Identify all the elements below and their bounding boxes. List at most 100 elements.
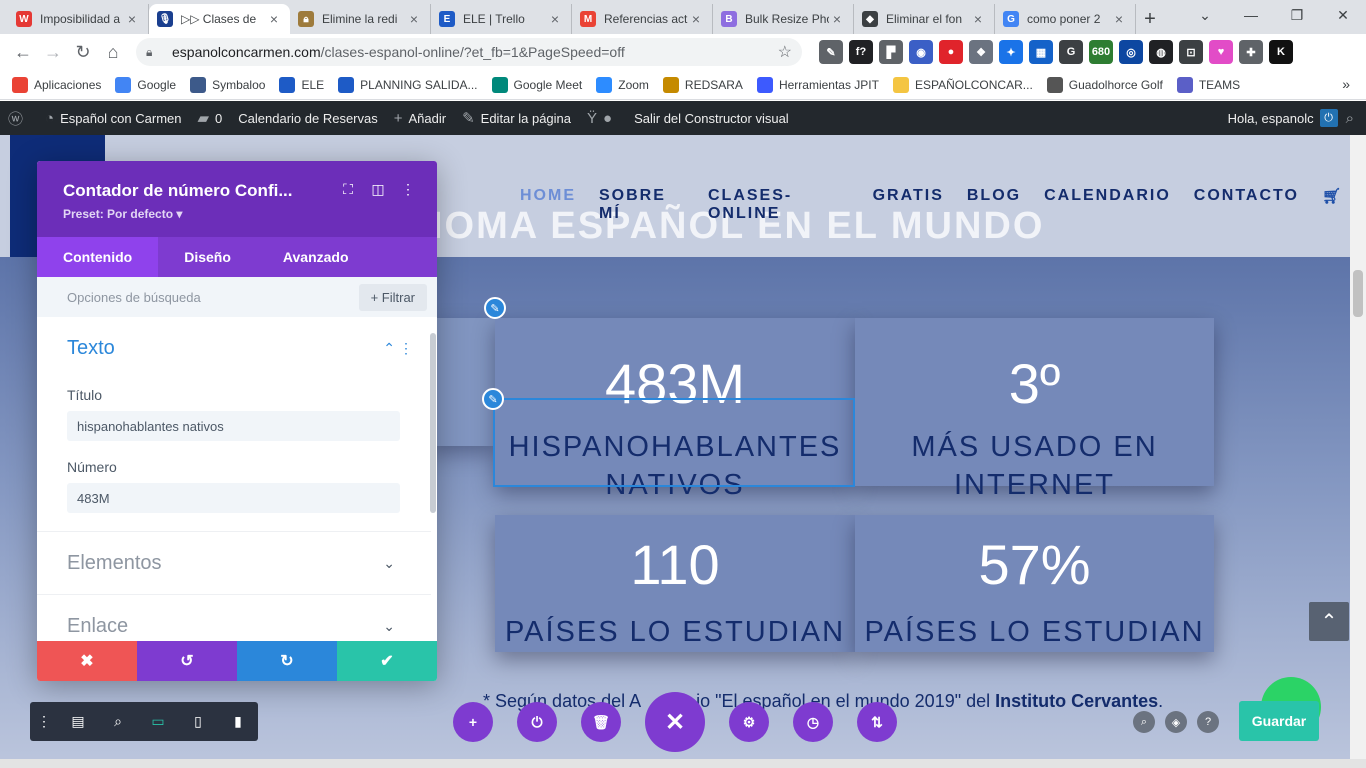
extension-icon[interactable]: ◍ — [1149, 40, 1173, 64]
chevron-down-icon[interactable]: ⌄ — [1182, 0, 1228, 30]
tab-contenido[interactable]: Contenido — [37, 237, 159, 277]
desktop-view-icon[interactable]: ▭ — [138, 713, 178, 730]
back-to-top-button[interactable]: ⌃ — [1309, 602, 1349, 641]
tab-6[interactable]: ◆ Eliminar el fon × — [854, 4, 995, 34]
panel-header[interactable]: Contador de número Confi... Preset: Por … — [37, 161, 437, 237]
bookmark-item[interactable]: Google Meet — [491, 76, 582, 93]
save-button[interactable]: Guardar — [1239, 701, 1319, 741]
chevron-down-icon[interactable]: ⌄ — [383, 555, 395, 572]
tab-0[interactable]: W Imposibilidad a × — [8, 4, 149, 34]
chevron-down-icon[interactable]: ⌄ — [383, 618, 395, 635]
nav-contacto[interactable]: CONTACTO — [1194, 187, 1299, 223]
tab-close-icon[interactable]: × — [829, 11, 845, 27]
extension-icon[interactable]: f? — [849, 40, 873, 64]
bookmark-item[interactable]: Symbaloo — [190, 76, 265, 93]
tab-3[interactable]: E ELE | Trello × — [431, 4, 572, 34]
home-icon[interactable]: ⌂ — [98, 37, 128, 67]
wp-edit-page[interactable]: ✎ Editar la página — [454, 101, 579, 135]
options-search-input[interactable]: Opciones de búsqueda — [67, 290, 201, 305]
extension-icon[interactable]: K — [1269, 40, 1293, 64]
chevron-up-icon[interactable]: ⌃ — [383, 340, 395, 357]
tab-1[interactable]: 🎙︎ ▷▷ Clases de × — [149, 4, 290, 34]
panel-preset[interactable]: Preset: Por defecto ▾ — [63, 207, 182, 221]
tab-diseno[interactable]: Diseño — [158, 237, 257, 277]
wp-yoast[interactable]: Ÿ ● — [579, 101, 626, 135]
restore-icon[interactable]: ❐ — [1274, 0, 1320, 30]
new-tab-button[interactable]: + — [1136, 4, 1164, 34]
brush-icon[interactable]: ✎ — [482, 388, 504, 410]
section-texto-header[interactable]: Texto ⌃ ⋮ — [67, 317, 413, 379]
bookmark-item[interactable]: TEAMS — [1176, 76, 1240, 93]
pencil-icon[interactable]: ✎ — [484, 297, 506, 319]
panel-scrollbar[interactable] — [430, 317, 437, 641]
gear-icon[interactable]: ⚙ — [729, 702, 769, 742]
extension-icon[interactable]: ▛ — [879, 40, 903, 64]
extension-icon[interactable]: ◎ — [1119, 40, 1143, 64]
forward-icon[interactable]: → — [38, 37, 68, 67]
wp-account[interactable]: Hola, espanolc ⏻ ⌕ — [1228, 101, 1366, 135]
close-icon[interactable]: ✕ — [645, 692, 705, 752]
tab-close-icon[interactable]: × — [547, 11, 563, 27]
portability-icon[interactable]: ⇅ — [857, 702, 897, 742]
zoom-icon[interactable]: ⌕ — [98, 713, 138, 730]
tab-4[interactable]: M Referencias act × — [572, 4, 713, 34]
tab-close-icon[interactable]: × — [124, 11, 140, 27]
tab-close-icon[interactable]: × — [266, 11, 282, 27]
extension-icon[interactable]: ⊡ — [1179, 40, 1203, 64]
reload-icon[interactable]: ↻ — [68, 37, 98, 67]
trash-icon[interactable]: 🗑︎ — [581, 702, 621, 742]
tab-7[interactable]: Gcomo poner 2 × — [995, 4, 1136, 34]
expand-icon[interactable]: ⛶ — [337, 181, 359, 198]
star-icon[interactable]: ☆ — [778, 42, 792, 62]
extension-icon[interactable]: ✎ — [819, 40, 843, 64]
filter-button[interactable]: + Filtrar — [358, 283, 427, 311]
wp-exit-builder[interactable]: Salir del Constructor visual — [626, 101, 797, 135]
title-input[interactable]: hispanohablantes nativos — [67, 411, 400, 441]
confirm-button[interactable]: ✔ — [337, 641, 437, 681]
phone-view-icon[interactable]: ▮ — [218, 713, 258, 730]
bookmark-item[interactable]: Zoom — [596, 76, 649, 93]
url-text[interactable]: espanolconcarmen.com/clases-espanol-onli… — [172, 44, 778, 60]
extension-icon[interactable]: ▦ — [1029, 40, 1053, 64]
cart-icon[interactable]: 🛒︎ — [1322, 187, 1343, 223]
extension-icon[interactable]: ● — [939, 40, 963, 64]
avatar[interactable]: ⏻ — [1319, 109, 1338, 127]
close-icon[interactable]: ✕ — [1320, 0, 1366, 30]
bookmark-item[interactable]: ESPAÑOLCONCAR... — [892, 76, 1033, 93]
address-bar[interactable]: 🔒︎ espanolconcarmen.com/clases-espanol-o… — [136, 38, 802, 66]
layout-icon[interactable]: ▤ — [58, 713, 98, 730]
extension-icon[interactable]: ✚ — [1239, 40, 1263, 64]
history-icon[interactable]: ◷ — [793, 702, 833, 742]
help-icon[interactable]: ? — [1197, 711, 1219, 733]
nav-home[interactable]: HOME — [520, 187, 576, 223]
extension-icon[interactable]: 680 — [1089, 40, 1113, 64]
wp-site-link[interactable]: ◔ Español con Carmen — [37, 101, 189, 135]
nav-sobre-mi[interactable]: SOBRE MÍ — [599, 187, 685, 223]
number-input[interactable]: 483M — [67, 483, 400, 513]
tab-close-icon[interactable]: × — [970, 11, 986, 27]
wp-add-new[interactable]: + Añadir — [386, 101, 454, 135]
bookmark-item[interactable]: Guadolhorce Golf — [1046, 76, 1163, 93]
back-icon[interactable]: ← — [8, 37, 38, 67]
tab-2[interactable]: 🔒︎ Elimine la redi × — [290, 4, 431, 34]
wp-logo[interactable]: ⓦ — [0, 101, 37, 135]
columns-icon[interactable]: ◫ — [367, 181, 389, 198]
more-vertical-icon[interactable]: ⋮ — [397, 181, 419, 198]
tab-avanzado[interactable]: Avanzado — [257, 237, 375, 277]
search-icon[interactable]: ⌕ — [1133, 711, 1155, 733]
bookmark-item[interactable]: Herramientas JPIT — [756, 76, 879, 93]
page-scrollbar[interactable] — [1350, 135, 1366, 768]
add-icon[interactable]: + — [453, 702, 493, 742]
section-elementos[interactable]: Elementos ⌄ — [37, 532, 431, 595]
minimize-icon[interactable]: — — [1228, 0, 1274, 30]
extension-icon[interactable]: ♥ — [1209, 40, 1233, 64]
wp-comments[interactable]: ▰ 0 — [189, 101, 230, 135]
scrollbar-thumb[interactable] — [1353, 270, 1363, 317]
wp-calendar-link[interactable]: Calendario de Reservas — [230, 101, 385, 135]
tab-5[interactable]: B Bulk Resize Pho × — [713, 4, 854, 34]
search-icon[interactable]: ⌕ — [1346, 110, 1354, 127]
bookmark-item[interactable]: Aplicaciones — [12, 76, 101, 93]
extension-icon[interactable]: ◉ — [909, 40, 933, 64]
bookmark-item[interactable]: REDSARA — [662, 76, 743, 93]
more-vertical-icon[interactable]: ⋮ — [399, 340, 413, 357]
